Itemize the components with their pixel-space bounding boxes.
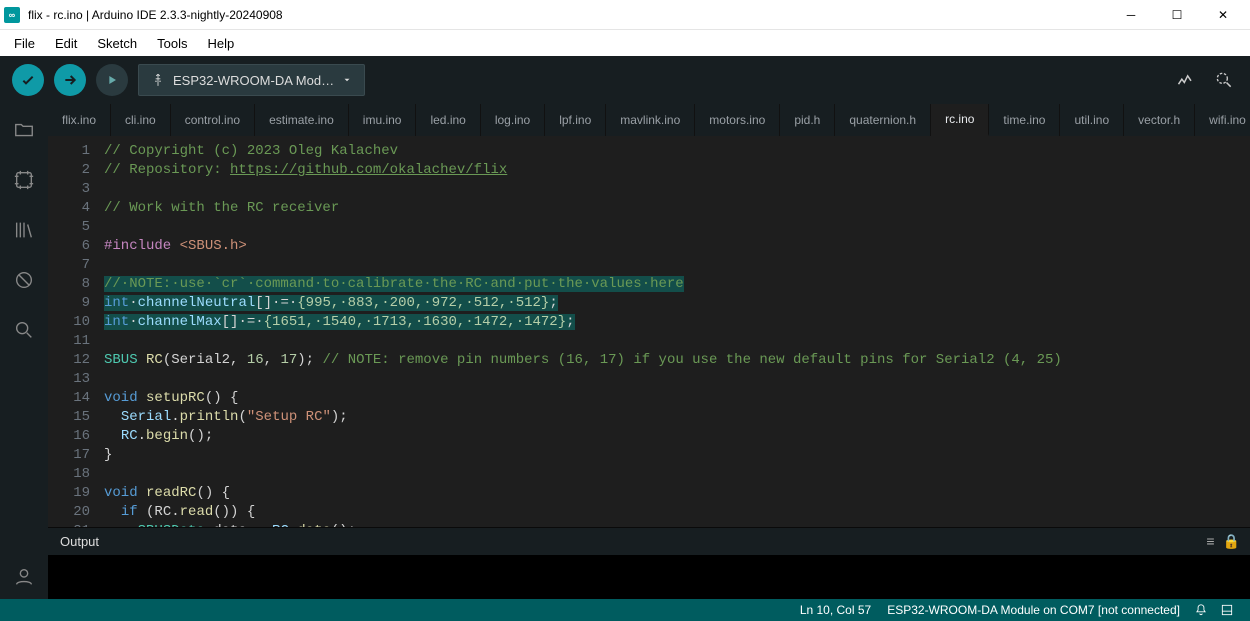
plot-icon <box>1176 70 1196 90</box>
tab-quaternion-h[interactable]: quaternion.h <box>835 104 931 136</box>
window-title: flix - rc.ino | Arduino IDE 2.3.3-nightl… <box>28 8 283 22</box>
code-line-7[interactable] <box>104 256 1250 275</box>
tab-log-ino[interactable]: log.ino <box>481 104 545 136</box>
boards-manager-button[interactable] <box>8 164 40 196</box>
code-line-3[interactable] <box>104 180 1250 199</box>
code-line-15[interactable]: Serial.println("Setup RC"); <box>104 408 1250 427</box>
check-icon <box>20 72 36 88</box>
tab-util-ino[interactable]: util.ino <box>1060 104 1124 136</box>
notifications-icon[interactable] <box>1188 603 1214 617</box>
code-line-4[interactable]: // Work with the RC receiver <box>104 199 1250 218</box>
code-line-6[interactable]: #include <SBUS.h> <box>104 237 1250 256</box>
code-editor[interactable]: 123456789101112131415161718192021 // Cop… <box>48 136 1250 527</box>
output-panel-header: Output ≡ 🔒 <box>48 527 1250 555</box>
arrow-right-icon <box>62 72 78 88</box>
board-status[interactable]: ESP32-WROOM-DA Module on COM7 [not conne… <box>879 603 1188 617</box>
menu-sketch[interactable]: Sketch <box>87 34 147 53</box>
tab-imu-ino[interactable]: imu.ino <box>349 104 417 136</box>
output-settings-icon[interactable]: ≡ <box>1206 533 1214 550</box>
tab-estimate-ino[interactable]: estimate.ino <box>255 104 349 136</box>
tab-vector-h[interactable]: vector.h <box>1124 104 1195 136</box>
line-gutter: 123456789101112131415161718192021 <box>48 136 104 527</box>
search-sidebar-button[interactable] <box>8 314 40 346</box>
usb-icon <box>151 73 165 87</box>
debug-button[interactable] <box>96 64 128 96</box>
menubar: File Edit Sketch Tools Help <box>0 30 1250 56</box>
menu-edit[interactable]: Edit <box>45 34 87 53</box>
tab-wifi-ino[interactable]: wifi.ino <box>1195 104 1250 136</box>
tab-lpf-ino[interactable]: lpf.ino <box>545 104 606 136</box>
code-line-5[interactable] <box>104 218 1250 237</box>
code-line-8[interactable]: //·NOTE:·use·`cr`·command·to·calibrate·t… <box>104 275 1250 294</box>
code-line-12[interactable]: SBUS RC(Serial2, 16, 17); // NOTE: remov… <box>104 351 1250 370</box>
serial-plotter-button[interactable] <box>1172 66 1200 94</box>
folder-icon <box>13 119 35 141</box>
code-line-16[interactable]: RC.begin(); <box>104 427 1250 446</box>
books-icon <box>13 219 35 241</box>
code-line-10[interactable]: int·channelMax[]·=·{1651,·1540,·1713,·16… <box>104 313 1250 332</box>
maximize-button[interactable]: ☐ <box>1154 0 1200 30</box>
code-body[interactable]: // Copyright (c) 2023 Oleg Kalachev // R… <box>104 136 1250 527</box>
search-icon <box>13 319 35 341</box>
close-button[interactable]: ✕ <box>1200 0 1246 30</box>
user-icon[interactable] <box>13 566 35 588</box>
titlebar: ∞ flix - rc.ino | Arduino IDE 2.3.3-nigh… <box>0 0 1250 30</box>
minimize-button[interactable]: ─ <box>1108 0 1154 30</box>
tab-time-ino[interactable]: time.ino <box>989 104 1060 136</box>
serial-monitor-button[interactable] <box>1210 66 1238 94</box>
tab-control-ino[interactable]: control.ino <box>171 104 255 136</box>
menu-file[interactable]: File <box>4 34 45 53</box>
sketchbook-button[interactable] <box>8 114 40 146</box>
board-selector[interactable]: ESP32-WROOM-DA Mod… <box>138 64 365 96</box>
output-content <box>48 555 1250 599</box>
tab-flix-ino[interactable]: flix.ino <box>48 104 111 136</box>
code-line-14[interactable]: void setupRC() { <box>104 389 1250 408</box>
code-line-1[interactable]: // Copyright (c) 2023 Oleg Kalachev <box>104 142 1250 161</box>
statusbar: Ln 10, Col 57 ESP32-WROOM-DA Module on C… <box>0 599 1250 621</box>
tab-bar: flix.inocli.inocontrol.inoestimate.inoim… <box>48 104 1250 136</box>
menu-tools[interactable]: Tools <box>147 34 197 53</box>
code-line-17[interactable]: } <box>104 446 1250 465</box>
library-manager-button[interactable] <box>8 214 40 246</box>
no-entry-icon <box>13 269 35 291</box>
output-label: Output <box>60 534 99 549</box>
code-line-13[interactable] <box>104 370 1250 389</box>
output-lock-icon[interactable]: 🔒 <box>1223 533 1240 550</box>
app-icon: ∞ <box>4 7 20 23</box>
close-panel-icon[interactable] <box>1214 603 1240 617</box>
magnifier-dotted-icon <box>1214 70 1234 90</box>
tab-mavlink-ino[interactable]: mavlink.ino <box>606 104 695 136</box>
menu-help[interactable]: Help <box>197 34 244 53</box>
tab-motors-ino[interactable]: motors.ino <box>695 104 780 136</box>
upload-button[interactable] <box>54 64 86 96</box>
code-line-11[interactable] <box>104 332 1250 351</box>
code-line-19[interactable]: void readRC() { <box>104 484 1250 503</box>
code-line-9[interactable]: int·channelNeutral[]·=·{995,·883,·200,·9… <box>104 294 1250 313</box>
debug-sidebar-button[interactable] <box>8 264 40 296</box>
tab-rc-ino[interactable]: rc.ino <box>931 104 989 136</box>
tab-cli-ino[interactable]: cli.ino <box>111 104 171 136</box>
code-line-20[interactable]: if (RC.read()) { <box>104 503 1250 522</box>
board-icon <box>13 169 35 191</box>
code-line-18[interactable] <box>104 465 1250 484</box>
verify-button[interactable] <box>12 64 44 96</box>
board-label: ESP32-WROOM-DA Mod… <box>173 73 334 88</box>
chevron-down-icon <box>342 75 352 85</box>
cursor-position: Ln 10, Col 57 <box>792 603 879 617</box>
code-line-2[interactable]: // Repository: https://github.com/okalac… <box>104 161 1250 180</box>
tab-pid-h[interactable]: pid.h <box>780 104 835 136</box>
toolbar: ESP32-WROOM-DA Mod… <box>0 56 1250 104</box>
tab-led-ino[interactable]: led.ino <box>416 104 480 136</box>
activity-sidebar <box>0 104 48 599</box>
play-debug-icon <box>104 72 120 88</box>
